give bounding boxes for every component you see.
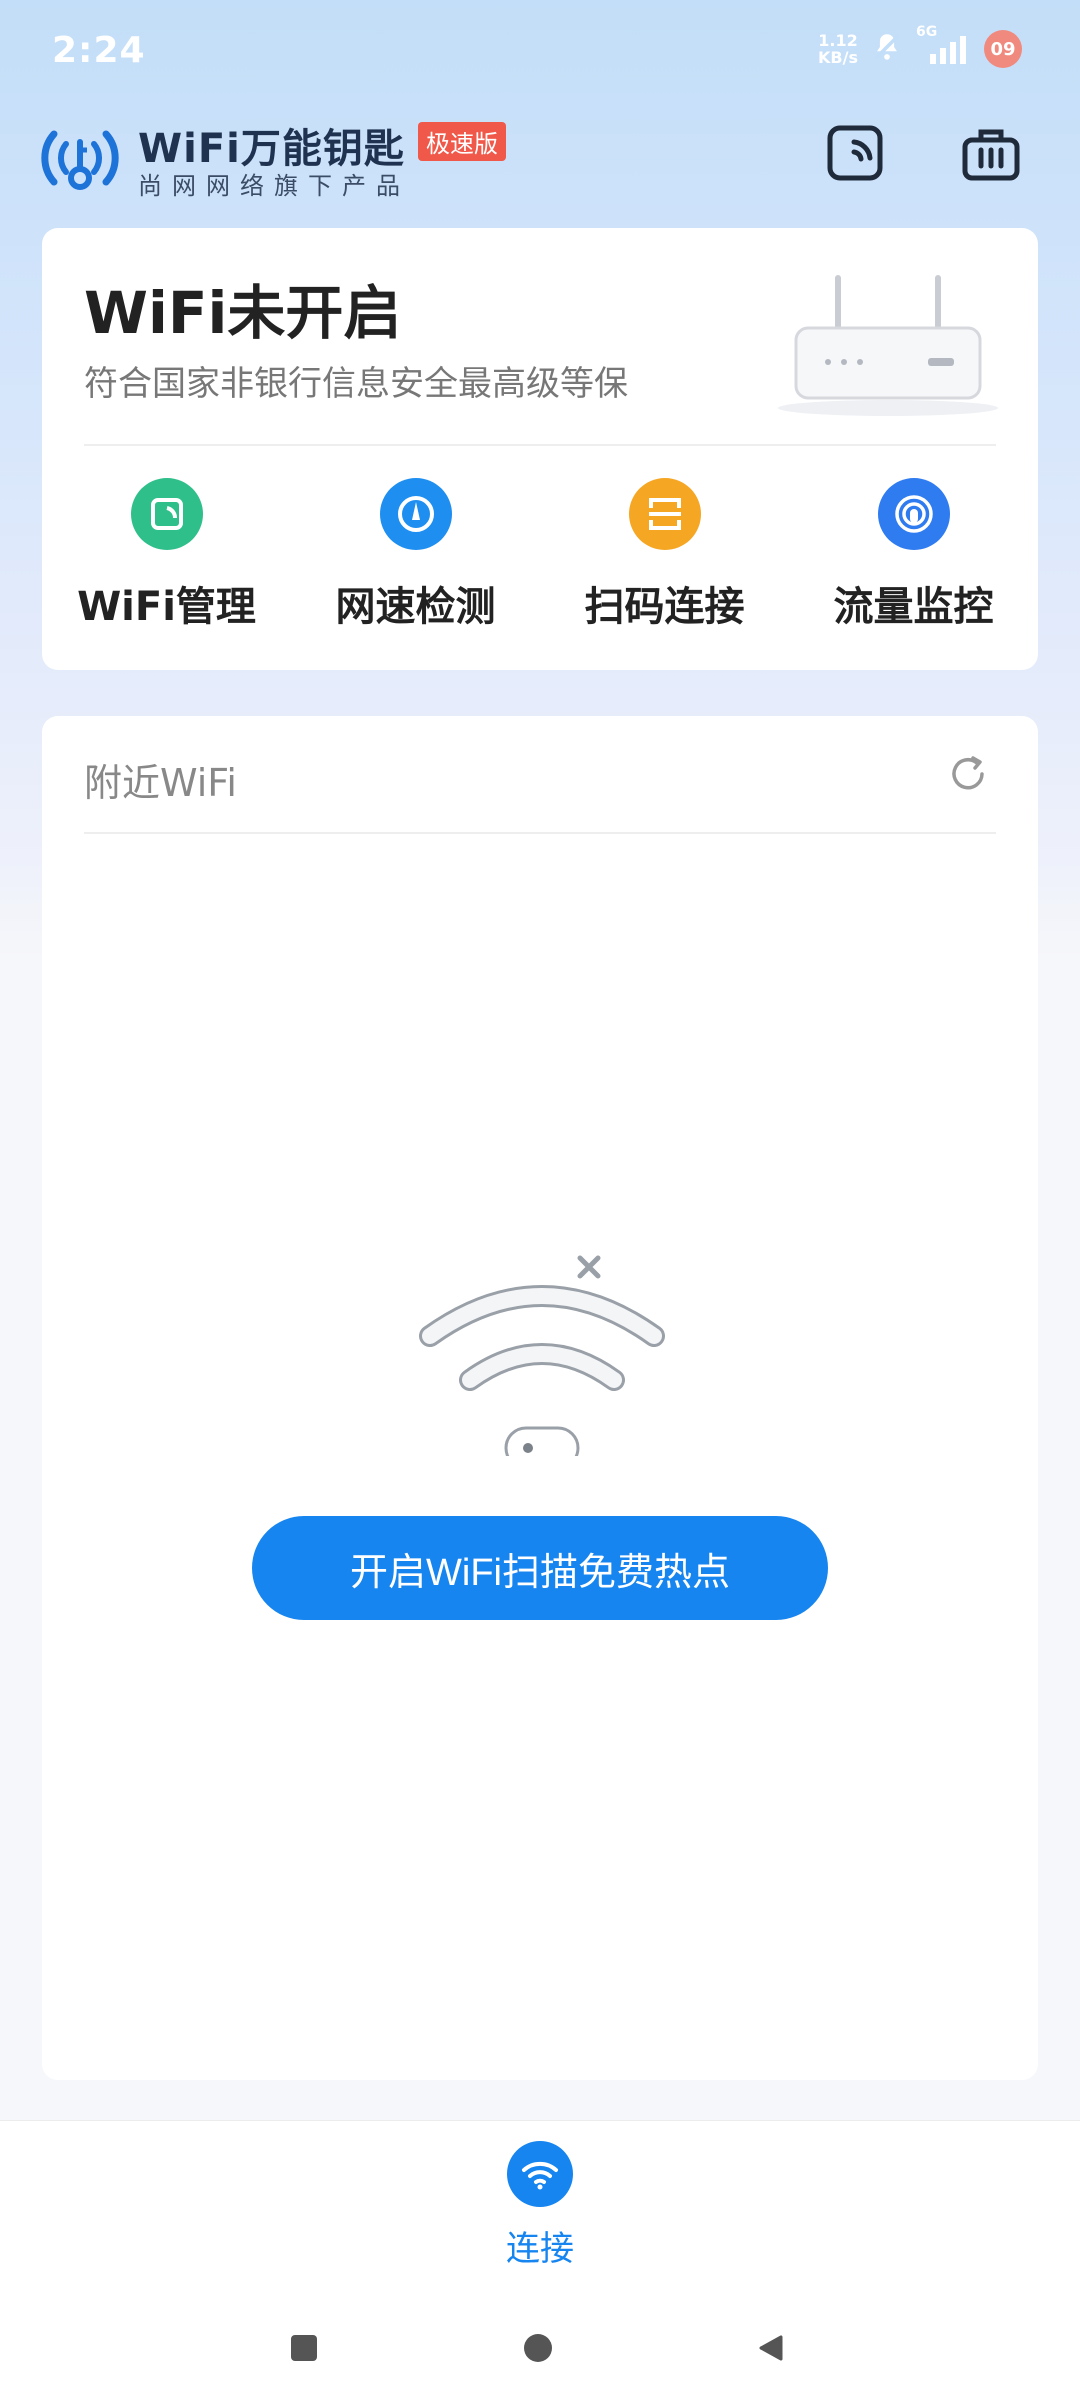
back-triangle-icon xyxy=(757,2333,787,2367)
speed-edition-badge: 极速版 xyxy=(418,122,506,161)
back-button[interactable] xyxy=(752,2330,792,2370)
tool-wifi-manage[interactable]: WiFi管理 xyxy=(42,478,291,632)
tool-label: 流量监控 xyxy=(833,584,994,630)
share-button[interactable] xyxy=(820,120,890,190)
circle-icon xyxy=(522,2332,554,2368)
tool-traffic-monitor[interactable]: 流量监控 xyxy=(789,478,1038,632)
toolbox-icon xyxy=(961,124,1021,186)
status-icons: 1.12 KB/s 6G 09 xyxy=(818,24,1022,68)
system-navigation-bar xyxy=(0,2300,1080,2400)
mute-bell-icon xyxy=(870,30,904,68)
share-icon xyxy=(826,124,884,186)
wifi-manage-icon xyxy=(130,478,203,550)
nav-item-connect[interactable]: 连接 xyxy=(490,2141,590,2270)
wifi-off-illustration xyxy=(412,1216,672,1470)
wifi-status-card: WiFi未开启 符合国家非银行信息安全最高级等保 WiFi管理 网速检测 扫码连… xyxy=(42,228,1038,670)
tool-label: WiFi管理 xyxy=(77,584,256,630)
tool-label: 扫码连接 xyxy=(584,584,745,630)
toolbox-button[interactable] xyxy=(956,120,1026,190)
speedometer-icon xyxy=(379,478,452,550)
app-logo-icon xyxy=(40,120,120,200)
app-header: WiFi万能钥匙 极速版 尚网网络旗下产品 xyxy=(0,110,1080,210)
square-icon xyxy=(289,2333,319,2367)
tool-shortcuts: WiFi管理 网速检测 扫码连接 流量监控 xyxy=(42,478,1038,632)
tool-scan-connect[interactable]: 扫码连接 xyxy=(540,478,789,632)
bottom-navigation: 连接 xyxy=(0,2120,1080,2310)
nav-label: 连接 xyxy=(506,2229,574,2269)
nearby-wifi-title: 附近WiFi xyxy=(84,761,237,805)
tool-label: 网速检测 xyxy=(335,584,496,630)
tool-speed-test[interactable]: 网速检测 xyxy=(291,478,540,632)
wifi-status-title: WiFi未开启 xyxy=(84,279,402,347)
network-speed: 1.12 KB/s xyxy=(818,31,858,67)
cellular-signal-icon: 6G xyxy=(916,24,972,66)
recents-button[interactable] xyxy=(284,2330,324,2370)
traffic-monitor-icon xyxy=(877,478,950,550)
refresh-icon[interactable] xyxy=(946,752,990,796)
enable-wifi-scan-button[interactable]: 开启WiFi扫描免费热点 xyxy=(252,1516,828,1620)
divider xyxy=(84,444,996,446)
app-subtitle: 尚网网络旗下产品 xyxy=(138,172,410,200)
home-button[interactable] xyxy=(518,2330,558,2370)
status-bar: 2:24 1.12 KB/s 6G 09 xyxy=(0,0,1080,100)
nearby-wifi-card: 附近WiFi 开启WiFi扫描免费热点 xyxy=(42,716,1038,2080)
scan-icon xyxy=(628,478,701,550)
router-illustration xyxy=(768,258,1008,418)
wifi-status-subtitle: 符合国家非银行信息安全最高级等保 xyxy=(84,364,628,404)
notification-badge: 09 xyxy=(984,30,1022,68)
status-time: 2:24 xyxy=(52,30,146,71)
wifi-icon xyxy=(507,2141,573,2207)
divider xyxy=(84,832,996,834)
